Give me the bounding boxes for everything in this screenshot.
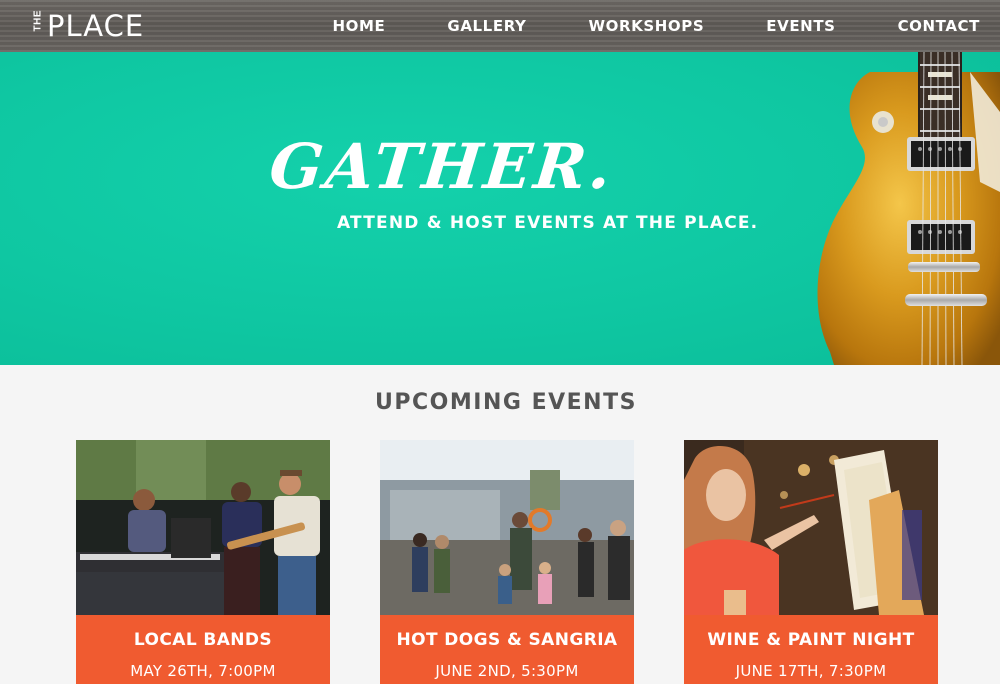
site-header: THE PLACE HOME GALLERY WORKSHOPS EVENTS …: [0, 0, 1000, 52]
event-card-local-bands[interactable]: LOCAL BANDS MAY 26TH, 7:00PM: [76, 440, 330, 684]
upcoming-events-heading: UPCOMING EVENTS: [375, 390, 637, 415]
event-name: HOT DOGS & SANGRIA: [396, 630, 618, 650]
nav-gallery[interactable]: GALLERY: [447, 17, 526, 35]
main-nav: HOME GALLERY WORKSHOPS EVENTS CONTACT: [333, 0, 980, 52]
logo-small-text: THE: [32, 9, 44, 32]
event-date: JUNE 2ND, 5:30PM: [435, 662, 579, 680]
event-date: MAY 26TH, 7:00PM: [130, 662, 276, 680]
event-info-hot-dogs-sangria: HOT DOGS & SANGRIA JUNE 2ND, 5:30PM: [380, 615, 634, 684]
nav-contact[interactable]: CONTACT: [898, 17, 980, 35]
nav-workshops[interactable]: WORKSHOPS: [588, 17, 704, 35]
event-card-wine-paint-night[interactable]: WINE & PAINT NIGHT JUNE 17TH, 7:30PM: [684, 440, 938, 684]
event-image-band: [76, 440, 330, 615]
event-card-hot-dogs-sangria[interactable]: HOT DOGS & SANGRIA JUNE 2ND, 5:30PM: [380, 440, 634, 684]
nav-events[interactable]: EVENTS: [766, 17, 835, 35]
hero-subtitle: ATTEND & HOST EVENTS AT THE PLACE.: [337, 213, 759, 233]
event-name: LOCAL BANDS: [133, 630, 273, 650]
event-info-wine-paint-night: WINE & PAINT NIGHT JUNE 17TH, 7:30PM: [684, 615, 938, 684]
nav-home[interactable]: HOME: [333, 17, 386, 35]
event-image-gathering: [380, 440, 634, 615]
hero-title: GATHER.: [266, 130, 618, 203]
event-name: WINE & PAINT NIGHT: [707, 630, 915, 650]
event-date: JUNE 17TH, 7:30PM: [735, 662, 887, 680]
event-image-painting: [684, 440, 938, 615]
hero-banner: GATHER. ATTEND & HOST EVENTS AT THE PLAC…: [0, 52, 1000, 365]
logo-main-text: PLACE: [47, 8, 145, 43]
event-info-local-bands: LOCAL BANDS MAY 26TH, 7:00PM: [76, 615, 330, 684]
site-logo[interactable]: THE PLACE: [33, 10, 144, 42]
guitar-image: [817, 52, 1000, 365]
